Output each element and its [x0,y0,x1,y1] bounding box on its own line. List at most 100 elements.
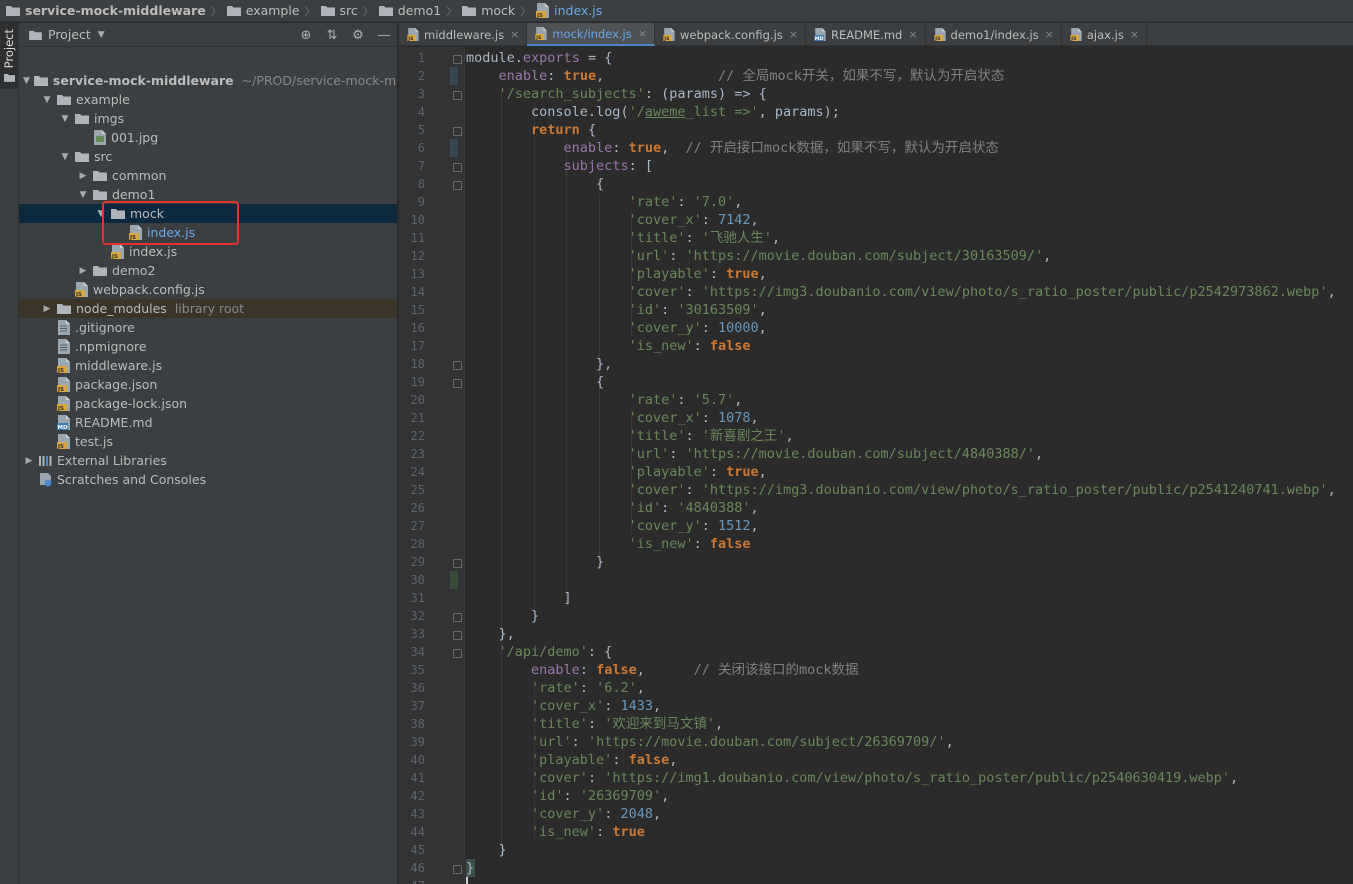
fold-marker-icon[interactable] [453,127,462,136]
editor-tab[interactable]: JS demo1/index.js × [926,23,1062,46]
tree-item[interactable]: ▼ demo1 [19,185,397,204]
fold-marker-icon[interactable] [453,613,462,622]
tree-item[interactable]: ▶ External Libraries [19,451,397,470]
line-number: 30 [410,573,425,587]
expand-arrow-icon[interactable]: ▼ [59,152,71,162]
code-token: module [466,50,515,66]
expand-arrow-icon[interactable]: ▼ [77,190,89,200]
fold-marker-icon[interactable] [453,649,462,658]
breadcrumb-item[interactable]: mock [462,3,515,18]
breadcrumb-item[interactable]: demo1 [378,3,442,18]
breadcrumb-item[interactable]: JS index.js [536,3,602,18]
tree-item[interactable]: ▶ demo2 [19,261,397,280]
tree-item[interactable]: ▶JSwebpack.config.js [19,280,397,299]
tree-item[interactable]: ▶JSindex.js [19,242,397,261]
tool-window-stripe: Project [0,23,19,884]
code-line: 'id': '26369709', [466,787,669,805]
fold-marker-icon[interactable] [453,865,462,874]
editor-tab[interactable]: MD README.md × [806,23,926,46]
tree-item-label: middleware.js [75,358,163,373]
tree-item[interactable]: ▶JStest.js [19,432,397,451]
code-token: : [563,788,580,804]
collapse-arrow-icon[interactable]: ▶ [77,266,89,276]
fold-marker-icon[interactable] [453,55,462,64]
tree-item[interactable]: ▼ mock [19,204,397,223]
collapse-arrow-icon[interactable]: ▶ [77,171,89,181]
collapse-arrow-icon[interactable]: ▶ [23,456,35,466]
line-number: 37 [410,699,425,713]
line-number: 44 [410,825,425,839]
tree-item[interactable]: ▶JSpackage.json [19,375,397,394]
project-view-selector[interactable]: Project [48,27,91,42]
gear-icon[interactable]: ⚙ [351,28,365,43]
project-tool-button[interactable]: Project [0,23,18,89]
breadcrumb-label: src [339,3,358,18]
close-icon[interactable]: × [638,27,647,40]
code-token: false [709,536,751,552]
expand-arrow-icon[interactable]: ▼ [23,76,30,86]
tree-item[interactable]: ▶Scratches and Consoles [19,470,397,489]
code-token: '新喜剧之王' [701,428,786,444]
breadcrumb-label: demo1 [397,3,442,18]
code-token: , [758,266,767,282]
expand-arrow-icon[interactable]: ▼ [41,95,53,105]
code-token: : [661,500,678,516]
tree-item-hint: ~/PROD/service-mock-mid [241,73,398,88]
collapse-arrow-icon[interactable]: ▶ [41,304,53,314]
close-icon[interactable]: × [510,28,519,41]
tree-item[interactable]: ▶.gitignore [19,318,397,337]
tree-item[interactable]: ▶ common [19,166,397,185]
close-icon[interactable]: × [1130,28,1139,41]
folder-icon [57,304,71,314]
close-icon[interactable]: × [1045,28,1054,41]
code-token: }, [466,356,613,372]
tree-item[interactable]: ▼ example [19,90,397,109]
tree-item[interactable]: ▶JSmiddleware.js [19,356,397,375]
expand-arrow-icon[interactable]: ▼ [59,114,71,124]
minimize-icon[interactable]: — [377,28,391,43]
editor-tab[interactable]: JS mock/index.js × [527,23,655,46]
tree-item[interactable]: ▶ node_modules library root [19,299,397,318]
code-token: { [466,176,605,192]
tree-item[interactable]: ▶JSpackage-lock.json [19,394,397,413]
fold-marker-icon[interactable] [453,631,462,640]
tree-item[interactable]: ▼ service-mock-middleware ~/PROD/service-m… [19,71,398,90]
editor-tab[interactable]: JS webpack.config.js × [655,23,806,46]
expand-arrow-icon[interactable]: ▼ [95,209,107,219]
code-token: subjects [563,158,629,174]
breadcrumb-item[interactable]: src [320,3,358,18]
fold-marker-icon[interactable] [453,361,462,370]
fold-marker-icon[interactable] [453,559,462,568]
code-token: '4840388' [677,500,751,516]
tree-item[interactable]: ▶001.jpg [19,128,397,147]
editor-tab[interactable]: JS ajax.js × [1062,23,1148,46]
code-line: 'rate': '5.7', [466,391,743,409]
code-token: , [1034,446,1044,462]
editor-tab[interactable]: JS middleware.js × [399,23,528,46]
chevron-down-icon[interactable]: ▼ [98,30,105,40]
collapse-icon[interactable]: ⇅ [325,28,339,43]
tree-item[interactable]: ▶MDREADME.md [19,413,397,432]
fold-marker-icon[interactable] [453,379,462,388]
fold-marker-icon[interactable] [453,91,462,100]
fold-marker-icon[interactable] [453,181,462,190]
close-icon[interactable]: × [908,28,917,41]
tree-item[interactable]: ▶JSindex.js [19,223,397,242]
locate-icon[interactable]: ⊕ [299,28,313,43]
svg-text:JS: JS [536,13,543,18]
fold-marker-icon[interactable] [453,163,462,172]
breadcrumb-item[interactable]: example [226,3,300,18]
tree-item[interactable]: ▶.npmignore [19,337,397,356]
close-icon[interactable]: × [789,28,798,41]
breadcrumb-item[interactable]: service-mock-middleware [6,3,206,18]
tree-item[interactable]: ▼ imgs [19,109,397,128]
code-area[interactable]: module.exports = { enable: true, // 全局mo… [466,47,1353,884]
tree-item[interactable]: ▼ src [19,147,397,166]
code-token: . [514,50,523,66]
code-line: 'title': '欢迎来到马文镇', [466,715,723,733]
